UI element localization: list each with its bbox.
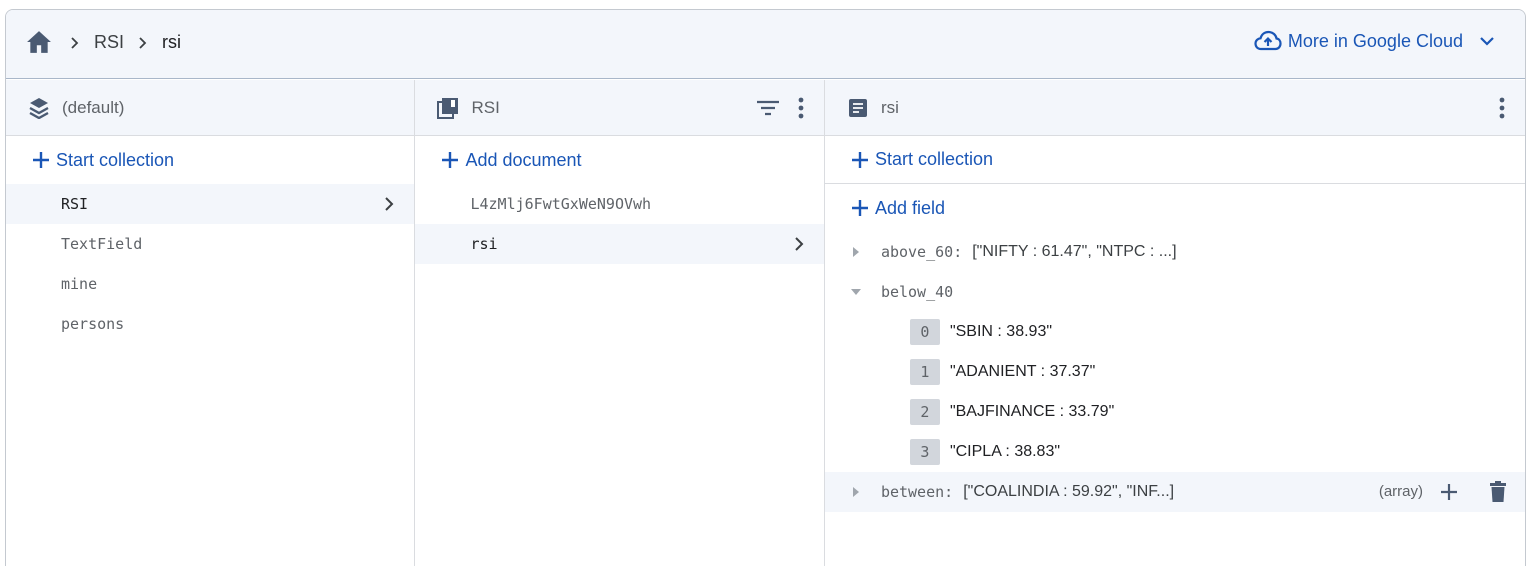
plus-icon [33,152,49,168]
array-index: 3 [909,439,940,465]
database-panel: (default) Start collection RSI TextField… [6,80,416,566]
collection-label: RSI [61,195,89,213]
plus-icon [442,152,459,168]
array-value: "CIPLA : 38.83" [949,443,1061,460]
add-array-item-icon[interactable] [1439,482,1459,502]
breadcrumb: RSI rsi [68,32,193,53]
more-vert-icon[interactable] [798,97,804,119]
array-value: "BAJFINANCE : 33.79" [949,403,1115,420]
breadcrumb-bar: RSI rsi More in Google Cloud [6,10,1525,79]
array-item[interactable]: 1 "ADANIENT : 37.37" [825,352,1525,392]
more-in-google-cloud-label: More in Google Cloud [1287,30,1463,51]
document-icon [848,98,867,117]
array-value: "SBIN : 38.93" [949,323,1053,340]
collection-item-rsi[interactable]: RSI [6,184,415,224]
add-document-label: Add document [465,149,582,170]
layers-icon [29,97,49,119]
array-index: 0 [909,319,940,345]
field-below-40[interactable]: below_40 [825,272,1525,312]
start-collection-label: Start collection [56,149,175,170]
collection-item-persons[interactable]: persons [6,304,414,344]
add-document-button[interactable]: Add document [415,136,823,184]
field-name: above_60 [880,243,954,261]
expand-down-icon[interactable] [850,287,861,297]
collection-panel: RSI Add document L4zMlj6FwtGxWeN9OVwh rs… [415,80,825,566]
expand-right-icon[interactable] [851,487,861,497]
collection-label: persons [61,315,125,333]
document-label: L4zMlj6FwtGxWeN9OVwh [470,195,652,213]
database-header: (default) [6,80,415,136]
field-colon: : [953,243,963,261]
plus-icon [851,151,868,168]
collection-header: RSI [415,80,824,136]
collection-title: RSI [471,97,500,117]
document-panel: rsi Start collection Add field above_60 … [824,80,1525,566]
chevron-right-icon [71,36,79,49]
document-item-rsi[interactable]: rsi [415,224,824,264]
array-index: 1 [909,359,940,385]
chevron-down-icon [1480,37,1494,46]
database-title: (default) [62,97,125,117]
expand-right-icon[interactable] [851,247,861,257]
array-index: 2 [909,399,940,425]
array-item[interactable]: 0 "SBIN : 38.93" [825,312,1525,352]
chevron-right-icon [795,237,804,251]
array-item[interactable]: 3 "CIPLA : 38.83" [825,432,1525,472]
document-label: rsi [470,235,498,253]
more-vert-icon[interactable] [1499,97,1505,119]
field-between[interactable]: between : ["COALINDIA : 59.92", "INF...]… [824,472,1525,512]
field-value-preview: ["NIFTY : 61.47", "NTPC : ...] [972,243,1177,260]
breadcrumb-item-collection[interactable]: RSI [94,32,124,53]
array-item[interactable]: 2 "BAJFINANCE : 33.79" [825,392,1525,432]
field-name: below_40 [880,283,954,301]
cloud-upload-icon [1254,30,1282,51]
chevron-right-icon [385,197,394,211]
delete-icon[interactable] [1489,481,1507,503]
document-title: rsi [880,97,899,117]
document-header: rsi [824,80,1525,136]
field-name: between [880,483,945,501]
field-type-label: (array) [1378,483,1424,500]
collection-label: TextField [61,235,143,253]
collection-item-textfield[interactable]: TextField [6,224,414,264]
breadcrumb-item-document[interactable]: rsi [162,32,181,53]
start-collection-label: Start collection [874,149,993,169]
collection-item-mine[interactable]: mine [6,264,414,304]
field-value-preview: ["COALINDIA : 59.92", "INF...] [963,483,1175,500]
plus-icon [851,200,868,216]
start-subcollection-button[interactable]: Start collection [824,136,1525,184]
add-field-button[interactable]: Add field [825,184,1525,232]
field-above-60[interactable]: above_60 : ["NIFTY : 61.47", "NTPC : ...… [825,232,1525,272]
collection-icon [437,97,459,119]
filter-icon[interactable] [756,100,780,116]
collection-label: mine [61,275,98,293]
field-colon: : [944,483,954,501]
add-field-label: Add field [874,197,945,218]
start-collection-button[interactable]: Start collection [6,136,414,184]
more-in-google-cloud-button[interactable]: More in Google Cloud [1254,30,1495,52]
chevron-right-icon [139,36,147,49]
firestore-console: RSI rsi More in Google Cloud (default) S… [5,9,1526,566]
array-value: "ADANIENT : 37.37" [949,363,1096,380]
document-item-id[interactable]: L4zMlj6FwtGxWeN9OVwh [415,184,823,224]
home-icon[interactable] [26,30,52,54]
